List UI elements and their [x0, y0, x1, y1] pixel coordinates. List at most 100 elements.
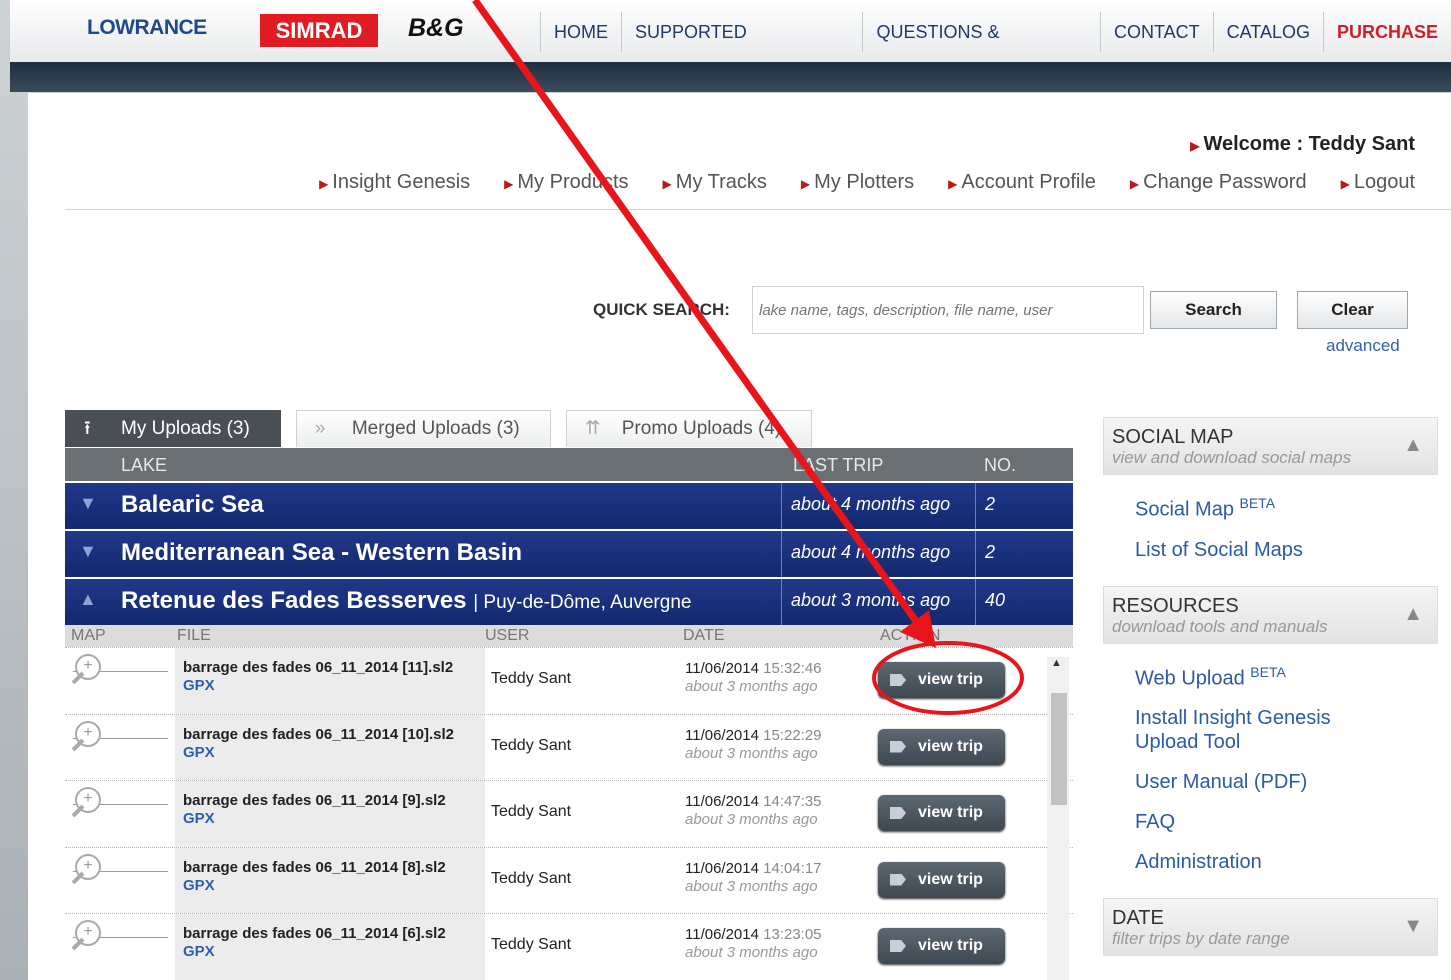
scroll-up-icon[interactable]: ▲ — [1051, 657, 1062, 669]
map-thumbnail[interactable]: + — [65, 914, 175, 980]
chevron-down-icon[interactable]: ▼ — [79, 541, 97, 562]
table-header: LAKE LAST TRIP NO. — [65, 448, 1073, 481]
social-map-link[interactable]: Social Map BETA — [1135, 491, 1438, 522]
col-action: ACTION — [880, 627, 941, 644]
col-lake[interactable]: LAKE — [121, 455, 167, 476]
lake-row[interactable]: ▼ Balearic Sea about 4 months ago 2 — [65, 481, 1073, 529]
lake-region: | Puy-de-Dôme, Auvergne — [473, 592, 692, 613]
tag-icon — [890, 807, 906, 819]
search-button[interactable]: Search — [1150, 291, 1277, 329]
uploads-table: LAKE LAST TRIP NO. ▼ Balearic Sea about … — [65, 448, 1073, 980]
triangle-icon: ▶ — [1129, 177, 1140, 191]
view-trip-label: view trip — [918, 737, 983, 755]
quick-search-input[interactable] — [752, 286, 1144, 334]
administration-link[interactable]: Administration — [1135, 850, 1438, 874]
trip-relative-date: about 3 months ago — [685, 877, 818, 895]
lake-last-trip: about 3 months ago — [791, 590, 951, 610]
lake-row[interactable]: ▼ Mediterranean Sea - Western Basin abou… — [65, 529, 1073, 577]
install-upload-tool-link[interactable]: Install Insight Genesis Upload Tool — [1135, 706, 1365, 754]
trip-file-type-link[interactable]: GPX — [183, 677, 215, 694]
user-link-insight-genesis[interactable]: ▶ Insight Genesis — [319, 171, 470, 194]
tab-my-uploads[interactable]: ⭱ My Uploads (3) — [65, 410, 281, 447]
trip-user: Teddy Sant — [491, 803, 572, 820]
section-title: RESOURCES — [1112, 594, 1239, 617]
lake-row-expanded[interactable]: ▲ Retenue des Fades Besserves | Puy-de-D… — [65, 577, 1073, 625]
user-link-my-tracks[interactable]: ▶ My Tracks — [663, 171, 767, 194]
trips-scrollbar[interactable]: ▲ — [1047, 657, 1069, 980]
trip-file-type-link[interactable]: GPX — [183, 877, 215, 894]
nav-home[interactable]: HOME — [540, 12, 621, 52]
user-link-label: Logout — [1353, 171, 1415, 193]
user-link-my-plotters[interactable]: ▶ My Plotters — [801, 171, 914, 194]
social-map-header[interactable]: SOCIAL MAP view and download social maps… — [1103, 417, 1438, 475]
trip-user: Teddy Sant — [491, 869, 572, 887]
trip-relative-date: about 3 months ago — [685, 944, 818, 961]
list-social-maps-link[interactable]: List of Social Maps — [1135, 538, 1438, 562]
expand-icon[interactable]: ▼ — [1403, 915, 1423, 938]
trip-time: 15:22:29 — [763, 726, 822, 744]
lowrance-logo[interactable]: LOWRANCE — [87, 16, 207, 40]
tab-promo-uploads[interactable]: ⇈ Promo Uploads (4) — [565, 410, 813, 447]
bg-logo[interactable]: B&G — [408, 14, 464, 43]
chevron-up-icon[interactable]: ▲ — [79, 589, 97, 610]
view-trip-button[interactable]: view trip — [878, 928, 1005, 964]
user-manual-link[interactable]: User Manual (PDF) — [1135, 770, 1438, 794]
chevron-down-icon[interactable]: ▼ — [79, 493, 97, 514]
trip-time: 15:32:46 — [763, 660, 822, 677]
map-thumbnail[interactable]: + — [65, 715, 175, 781]
trip-file-type-link[interactable]: GPX — [183, 810, 215, 827]
tab-label: Promo Uploads (4) — [621, 418, 782, 439]
simrad-logo[interactable]: SIMRAD — [260, 14, 378, 47]
faq-link[interactable]: FAQ — [1135, 810, 1438, 834]
map-thumbnail[interactable]: + — [65, 781, 175, 847]
col-map: MAP — [71, 627, 106, 644]
user-link-my-products[interactable]: ▶ My Products — [504, 171, 628, 194]
tab-merged-uploads[interactable]: » Merged Uploads (3) — [295, 410, 551, 447]
trip-file-name: barrage des fades 06_11_2014 [9].sl2 — [183, 792, 446, 809]
file-cell — [175, 847, 485, 913]
view-trip-button[interactable]: view trip — [878, 861, 1005, 898]
clear-button[interactable]: Clear — [1297, 291, 1408, 329]
trip-date-value: 11/06/2014 — [685, 726, 759, 744]
nav-questions-training[interactable]: QUESTIONS & TRAINING — [862, 12, 1100, 82]
triangle-icon: ▶ — [1190, 139, 1200, 153]
scroll-thumb[interactable] — [1051, 693, 1067, 805]
view-trip-button[interactable]: view trip — [878, 728, 1005, 765]
lake-name: Mediterranean Sea - Western Basin — [121, 539, 523, 566]
map-thumbnail[interactable]: + — [65, 848, 175, 914]
trip-file-type-link[interactable]: GPX — [183, 744, 215, 761]
date-filter-header[interactable]: DATE filter trips by date range ▼ — [1103, 898, 1438, 957]
user-link-logout[interactable]: ▶ Logout — [1341, 171, 1415, 194]
col-user: USER — [485, 627, 530, 644]
view-trip-button[interactable]: view trip — [878, 795, 1005, 831]
user-link-label: My Tracks — [675, 171, 767, 193]
user-link-change-password[interactable]: ▶ Change Password — [1130, 171, 1307, 194]
trip-date-value: 11/06/2014 — [685, 859, 759, 877]
nav-supported-products[interactable]: SUPPORTED PRODUCTS — [621, 12, 862, 82]
nav-contact[interactable]: CONTACT — [1099, 12, 1213, 52]
advanced-search-link[interactable]: advanced — [1326, 336, 1400, 356]
resources-header[interactable]: RESOURCES download tools and manuals ▲ — [1103, 585, 1438, 644]
nav-catalog[interactable]: CATALOG — [1212, 12, 1323, 52]
file-cell — [175, 714, 485, 780]
user-link-account-profile[interactable]: ▶ Account Profile — [948, 171, 1096, 194]
collapse-icon[interactable]: ▲ — [1403, 603, 1423, 626]
lake-count: 40 — [985, 590, 1006, 610]
view-trip-button[interactable]: view trip — [878, 662, 1005, 698]
divider — [975, 483, 976, 529]
col-no[interactable]: NO. — [984, 455, 1016, 476]
triangle-icon: ▶ — [800, 177, 811, 191]
resources-links: Web Upload BETA Install Insight Genesis … — [1103, 644, 1438, 899]
map-thumbnail[interactable]: + — [65, 648, 175, 714]
tag-icon — [890, 674, 906, 686]
trip-relative-date: about 3 months ago — [685, 744, 818, 762]
collapse-icon[interactable]: ▲ — [1403, 434, 1423, 457]
col-last-trip[interactable]: LAST TRIP — [793, 455, 883, 476]
nav-purchase[interactable]: PURCHASE — [1322, 12, 1451, 52]
trip-row: + barrage des fades 06_11_2014 [10].sl2 … — [65, 713, 1073, 781]
web-upload-link[interactable]: Web Upload BETA — [1135, 660, 1438, 691]
trips-subheader: MAP FILE USER DATE ACTION — [65, 625, 1073, 647]
trip-file-type-link[interactable]: GPX — [183, 943, 215, 960]
file-cell — [175, 781, 485, 847]
col-file: FILE — [177, 627, 211, 644]
